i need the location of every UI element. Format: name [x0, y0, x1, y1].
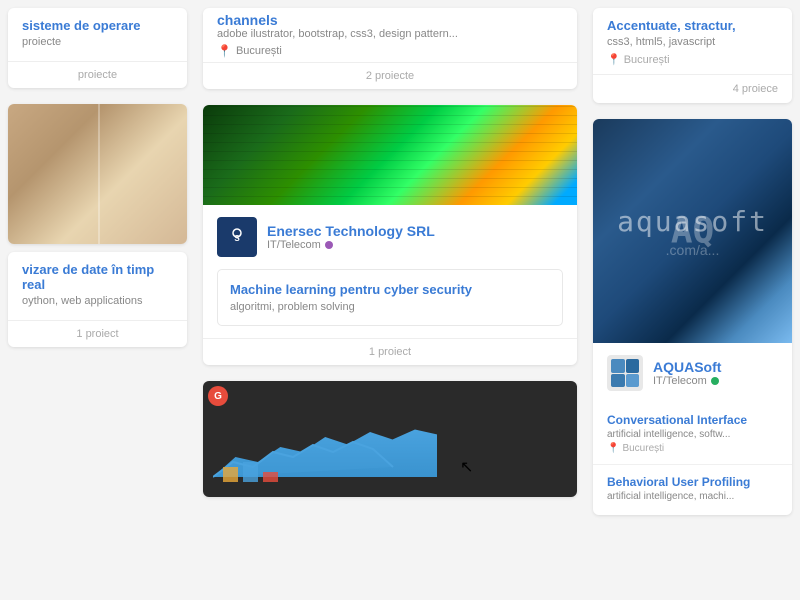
left-column: sisteme de operare proiecte proiecte viz… [0, 0, 195, 600]
aquasoft-project2-title: Behavioral User Profiling [607, 475, 778, 489]
location-pin-icon-p1: 📍 [607, 443, 619, 454]
channels-name: channels [217, 12, 563, 28]
dashboard-logo: G [208, 386, 228, 406]
chart-area [213, 437, 567, 487]
left-card2-skills: oython, web applications [22, 295, 173, 307]
right-column: Accentuate, stractur, css3, html5, javas… [585, 0, 800, 600]
chart-svg [213, 437, 567, 487]
channels-count: 2 proiecte [203, 62, 577, 89]
left-card-hallway[interactable] [8, 104, 187, 244]
aquasoft-image: aquasoft .com/a... [593, 119, 792, 343]
middle-column: channels adobe ilustrator, bootstrap, cs… [195, 0, 585, 600]
main-grid: sisteme de operare proiecte proiecte viz… [0, 0, 800, 600]
left-card1-count: proiecte [8, 61, 187, 88]
dashboard-image: G [203, 381, 577, 497]
right-card-top[interactable]: Accentuate, stractur, css3, html5, javas… [593, 8, 792, 103]
enersec-logo-icon: S [223, 223, 251, 251]
aquasoft-header: AQUASoft IT/Telecom [593, 343, 792, 403]
aquasoft-project1[interactable]: Conversational Interface artificial inte… [593, 403, 792, 465]
enersec-category: IT/Telecom [267, 239, 435, 251]
aquasoft-project1-skills: artificial intelligence, softw... [607, 429, 778, 440]
channels-skills: adobe ilustrator, bootstrap, css3, desig… [217, 28, 563, 40]
logo-cell-4 [626, 374, 640, 388]
left-card2-count: 1 proiect [8, 320, 187, 347]
aquasoft-bg-text: aquasoft [617, 205, 768, 238]
mid-card-channels[interactable]: channels adobe ilustrator, bootstrap, cs… [203, 8, 577, 89]
aquasoft-logo [607, 355, 643, 391]
aquasoft-category: IT/Telecom [653, 375, 721, 387]
logo-cell-3 [611, 374, 625, 388]
enersec-info: Enersec Technology SRL IT/Telecom [267, 223, 435, 251]
aquasoft-status-dot [711, 377, 719, 385]
enersec-project[interactable]: Machine learning pentru cyber security a… [217, 269, 563, 326]
mid-card-enersec[interactable]: S Enersec Technology SRL IT/Telecom Mach… [203, 105, 577, 365]
mid-card-dashboard[interactable]: G [203, 381, 577, 497]
left-card-data[interactable]: vizare de date în timp real oython, web … [8, 252, 187, 347]
location-pin-icon: 📍 [217, 44, 232, 58]
right-card-aquasoft[interactable]: aquasoft .com/a... AQUASoft [593, 119, 792, 515]
left-card1-skills: proiecte [22, 36, 173, 48]
enersec-project-title: Machine learning pentru cyber security [230, 282, 550, 297]
hallway-image [8, 104, 187, 244]
enersec-project-skills: algoritmi, problem solving [230, 301, 550, 313]
enersec-count: 1 proiect [203, 338, 577, 365]
location-pin-icon-right: 📍 [607, 53, 621, 66]
right-card1-location: 📍 București [607, 53, 778, 66]
enersec-status-dot [325, 241, 333, 249]
aquasoft-project2[interactable]: Behavioral User Profiling artificial int… [593, 465, 792, 515]
aquasoft-project1-location: 📍 București [607, 443, 778, 454]
aquasoft-project1-title: Conversational Interface [607, 413, 778, 427]
channels-location: București [236, 45, 282, 57]
left-card2-title: vizare de date în timp real [22, 262, 173, 292]
enersec-name: Enersec Technology SRL [267, 223, 435, 239]
right-card1-skills: css3, html5, javascript [607, 36, 778, 48]
enersec-logo: S [217, 217, 257, 257]
aquasoft-name: AQUASoft [653, 359, 721, 375]
right-card1-count: 4 proiece [593, 74, 792, 103]
logo-cell-2 [626, 359, 640, 373]
aquasoft-info: AQUASoft IT/Telecom [653, 359, 721, 387]
logo-cell-1 [611, 359, 625, 373]
enersec-header: S Enersec Technology SRL IT/Telecom [203, 205, 577, 269]
left-card-sisteme[interactable]: sisteme de operare proiecte proiecte [8, 8, 187, 88]
server-image [203, 105, 577, 205]
aquasoft-url-hint: .com/a... [666, 242, 720, 258]
aquasoft-project2-skills: artificial intelligence, machi... [607, 491, 778, 502]
left-card1-company: sisteme de operare [22, 18, 173, 33]
right-card1-company: Accentuate, stractur, [607, 18, 778, 33]
